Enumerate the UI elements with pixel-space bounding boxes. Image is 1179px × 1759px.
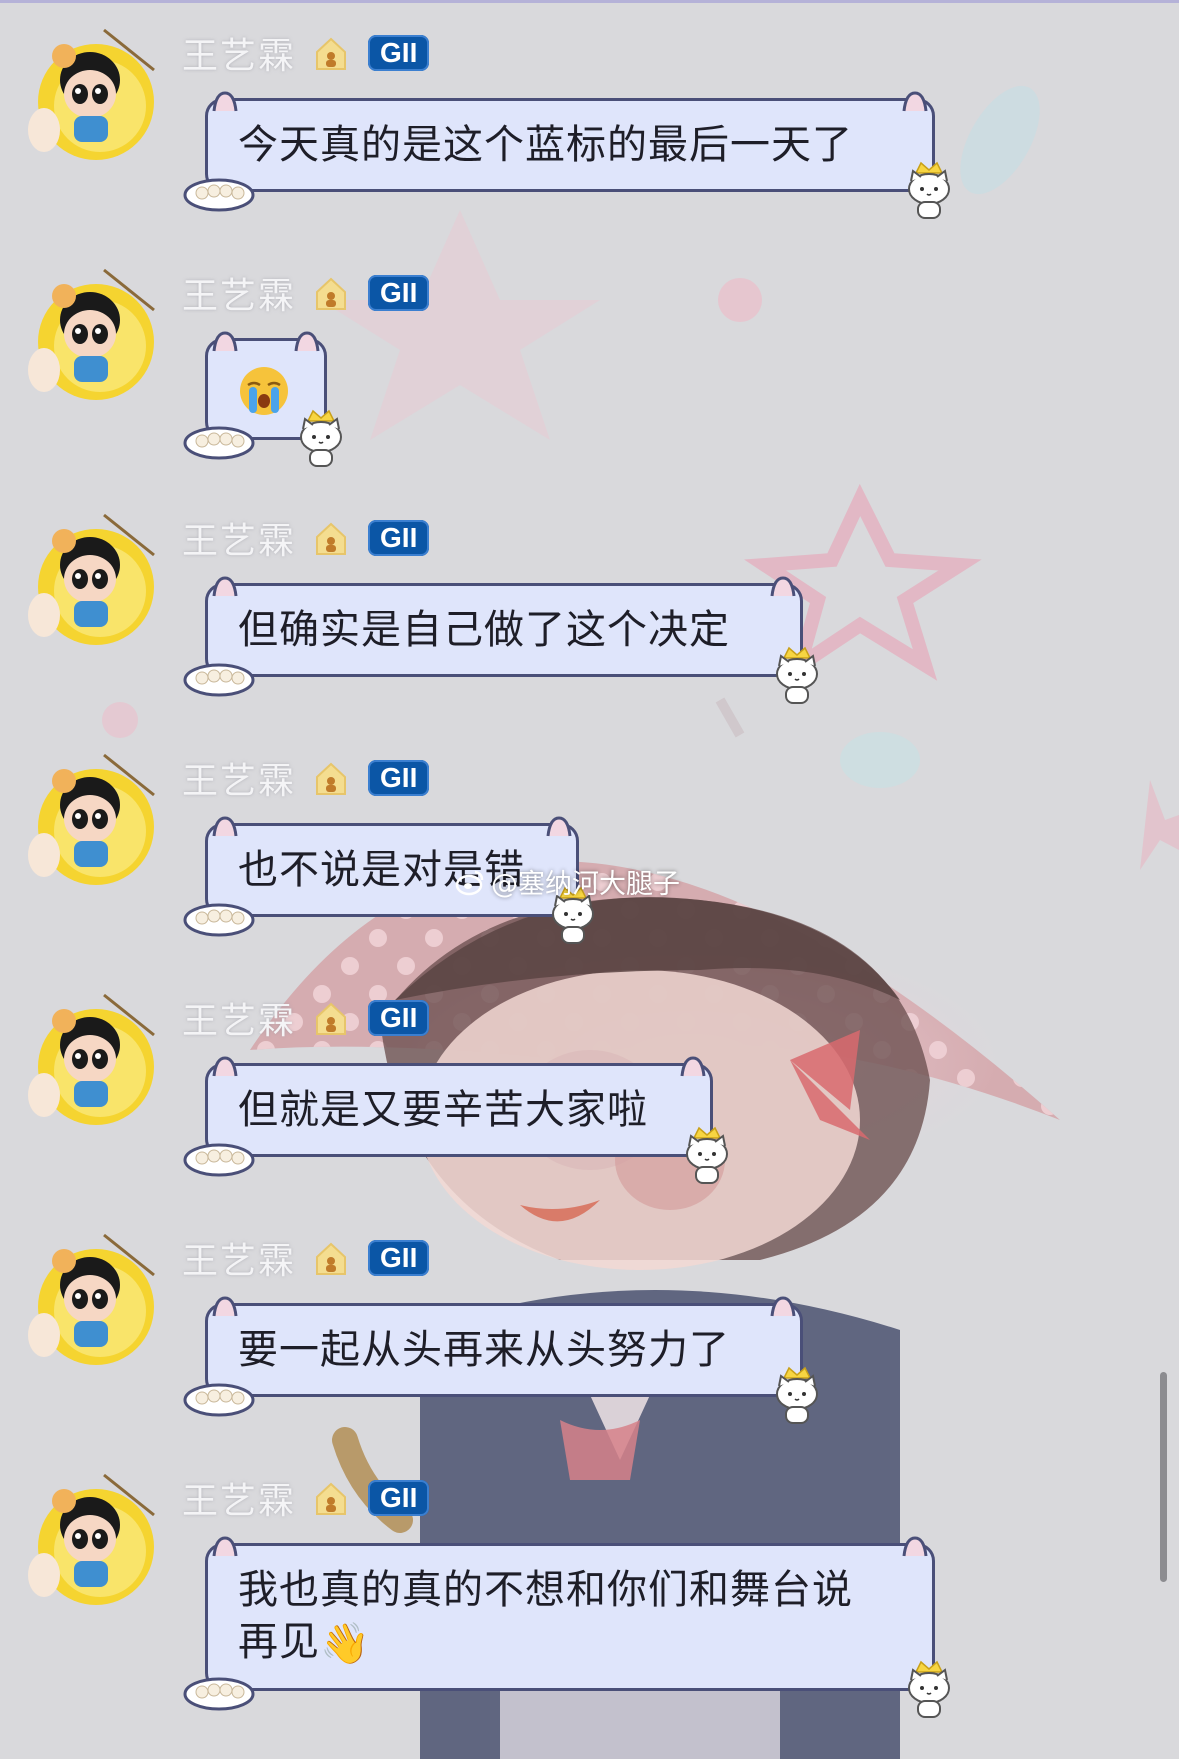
rice-ball-bowl-icon	[183, 1677, 255, 1711]
message-text-line2: 再见👋	[238, 1616, 902, 1670]
message-text: 但就是又要辛苦大家啦	[238, 1087, 648, 1133]
ear-decoration	[770, 576, 796, 597]
ear-decoration	[212, 1296, 238, 1317]
level-badge: GII	[368, 275, 430, 311]
level-badge: GII	[368, 1480, 430, 1516]
sender-name[interactable]: 王艺霖	[182, 27, 296, 79]
ear-decoration	[680, 1056, 706, 1077]
ear-decoration	[212, 331, 238, 352]
message-text: 要一起从头再来从头努力了	[238, 1327, 730, 1373]
watermark: @塞纳河大腿子	[455, 862, 680, 901]
crowned-cat-icon	[908, 1660, 950, 1718]
message-bubble[interactable]: 要一起从头再来从头努力了	[183, 1296, 818, 1424]
ear-decoration	[546, 816, 572, 837]
ear-decoration	[902, 91, 928, 112]
avatar[interactable]	[14, 975, 164, 1125]
scrollbar[interactable]	[1160, 1372, 1167, 1582]
rice-ball-bowl-icon	[183, 1143, 255, 1177]
avatar[interactable]	[14, 735, 164, 885]
ear-decoration	[902, 1536, 928, 1557]
sender-name[interactable]: 王艺霖	[182, 512, 296, 564]
sender-name[interactable]: 王艺霖	[182, 992, 296, 1044]
level-badge: GII	[368, 520, 430, 556]
message-text: 今天真的是这个蓝标的最后一天了	[238, 122, 853, 168]
house-icon	[316, 37, 347, 70]
avatar[interactable]	[14, 1215, 164, 1365]
crowned-cat-icon	[776, 1366, 818, 1424]
house-icon	[316, 522, 347, 555]
avatar[interactable]	[14, 495, 164, 645]
waving-hand-icon: 👋	[320, 1621, 371, 1667]
house-icon	[316, 1482, 347, 1515]
message-bubble[interactable]: 但就是又要辛苦大家啦	[183, 1056, 728, 1184]
message-text-continued: 再见	[238, 1619, 320, 1665]
ear-decoration	[212, 91, 238, 112]
message-bubble[interactable]: 今天真的是这个蓝标的最后一天了	[183, 91, 950, 219]
message-text: 但确实是自己做了这个决定	[238, 607, 730, 653]
rice-ball-bowl-icon	[183, 903, 255, 937]
ear-decoration	[212, 1056, 238, 1077]
rice-ball-bowl-icon	[183, 663, 255, 697]
level-badge: GII	[368, 35, 430, 71]
house-icon	[316, 1242, 347, 1275]
ear-decoration	[212, 1536, 238, 1557]
level-badge: GII	[368, 1240, 430, 1276]
avatar[interactable]	[14, 10, 164, 160]
message-bubble[interactable]	[183, 331, 342, 467]
house-icon	[316, 762, 347, 795]
level-badge: GII	[368, 1000, 430, 1036]
crowned-cat-icon	[908, 161, 950, 219]
house-icon	[316, 277, 347, 310]
avatar[interactable]	[14, 250, 164, 400]
ear-decoration	[294, 331, 320, 352]
watermark-text: @塞纳河大腿子	[491, 869, 680, 900]
crying-face-icon	[240, 367, 288, 415]
message-bubble[interactable]: 但确实是自己做了这个决定	[183, 576, 818, 704]
message-text: 我也真的真的不想和你们和舞台说	[238, 1567, 853, 1613]
top-border	[0, 0, 1179, 3]
level-badge: GII	[368, 760, 430, 796]
ear-decoration	[212, 816, 238, 837]
crowned-cat-icon	[300, 409, 342, 467]
weibo-icon	[455, 870, 484, 895]
ear-decoration	[212, 576, 238, 597]
ear-decoration	[770, 1296, 796, 1317]
house-icon	[316, 1002, 347, 1035]
sender-name[interactable]: 王艺霖	[182, 1232, 296, 1284]
sender-name[interactable]: 王艺霖	[182, 267, 296, 319]
rice-ball-bowl-icon	[183, 1383, 255, 1417]
sender-name[interactable]: 王艺霖	[182, 752, 296, 804]
sender-name[interactable]: 王艺霖	[182, 1472, 296, 1524]
crowned-cat-icon	[686, 1126, 728, 1184]
message-bubble[interactable]: 我也真的真的不想和你们和舞台说 再见👋	[183, 1536, 950, 1718]
avatar[interactable]	[14, 1455, 164, 1605]
crowned-cat-icon	[776, 646, 818, 704]
rice-ball-bowl-icon	[183, 426, 255, 460]
rice-ball-bowl-icon	[183, 178, 255, 212]
